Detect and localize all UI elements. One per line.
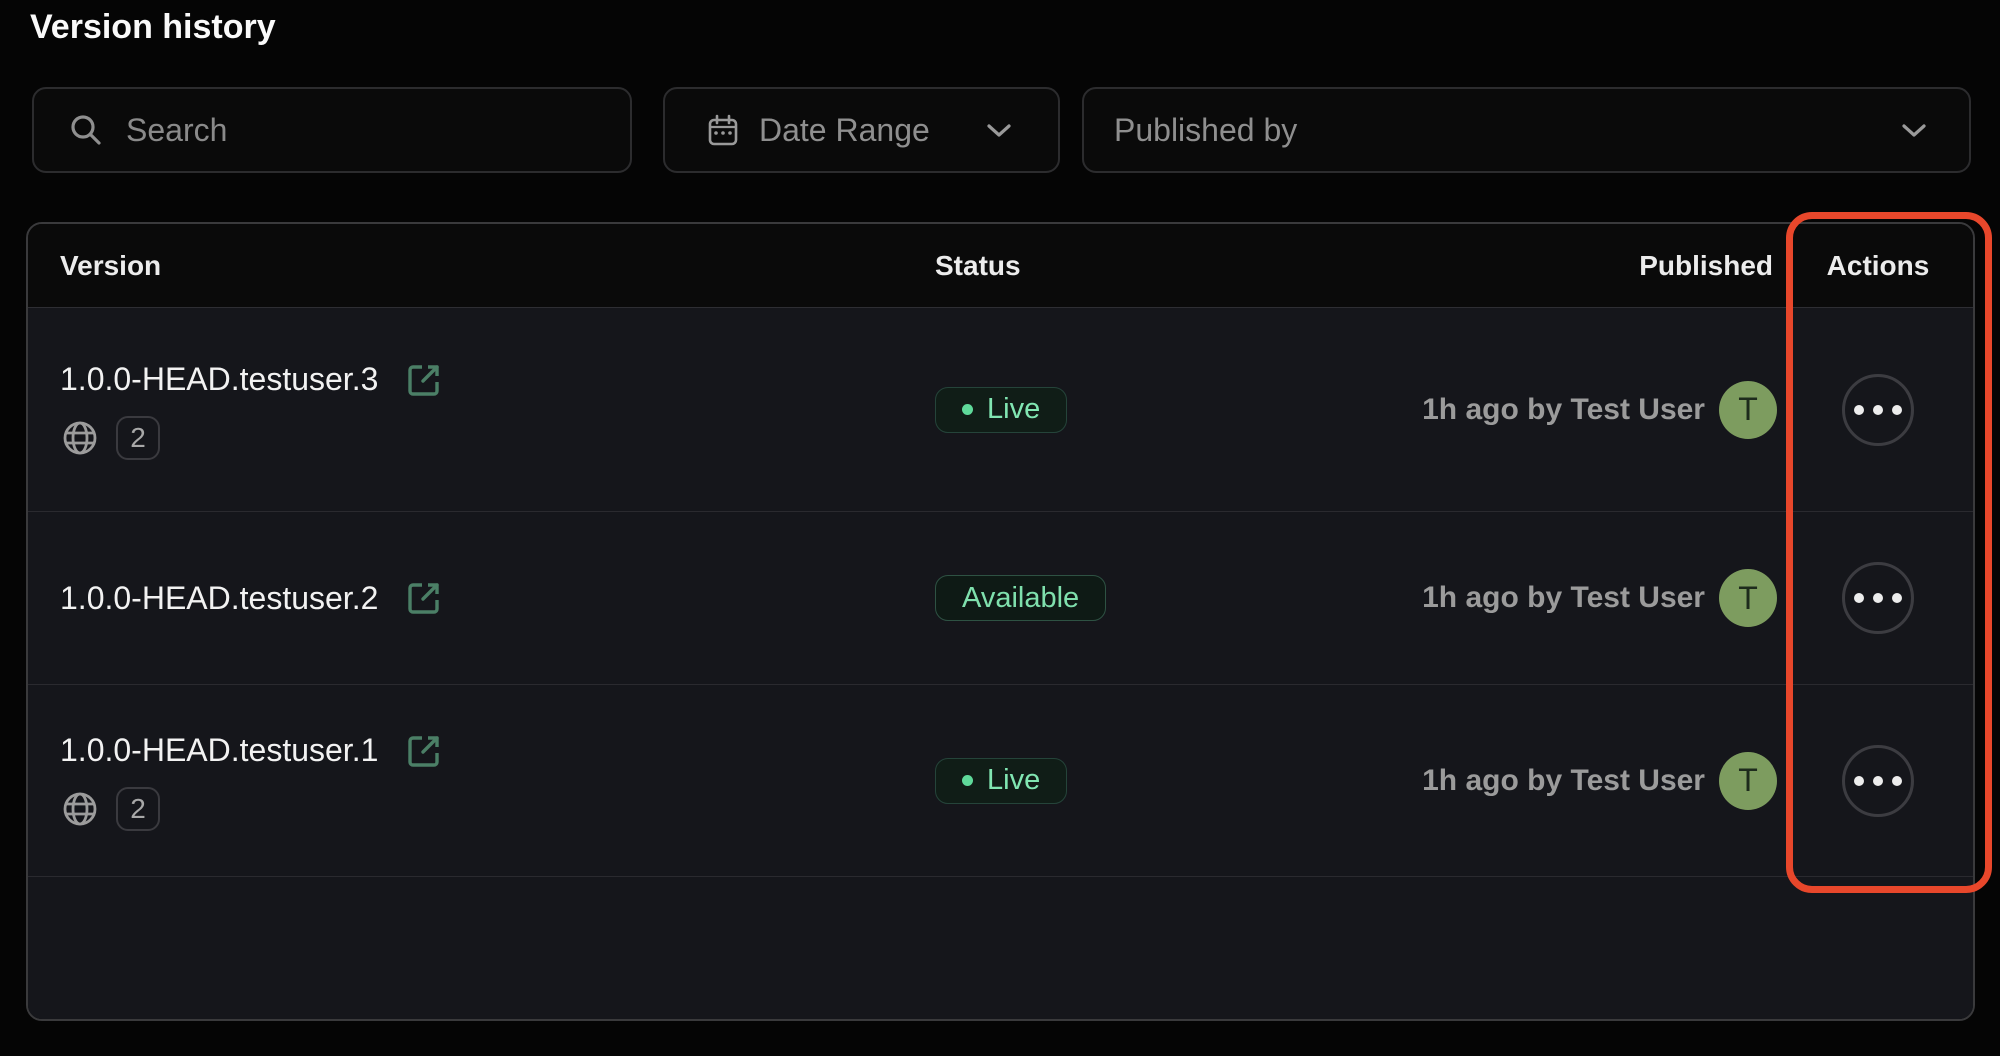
- external-link-icon[interactable]: [404, 360, 444, 400]
- status-cell: Live: [908, 758, 1398, 804]
- table-header-row: Version Status Published Actions: [28, 224, 1973, 308]
- status-badge: Live: [935, 758, 1067, 804]
- published-text: 1h ago by Test User: [1422, 764, 1705, 798]
- version-history-page: Version history Date Range Publis: [0, 0, 2000, 1056]
- actions-cell: [1783, 374, 1973, 446]
- version-history-table: Version Status Published Actions 1.0.0-H…: [26, 222, 1975, 1021]
- column-header-actions: Actions: [1783, 250, 1973, 282]
- live-dot-icon: [962, 404, 973, 415]
- status-cell: Available: [908, 575, 1398, 621]
- version-label: 1.0.0-HEAD.testuser.2: [60, 580, 378, 617]
- published-cell: 1h ago by Test User T: [1398, 569, 1783, 627]
- table-body: 1.0.0-HEAD.testuser.3: [28, 308, 1973, 1019]
- avatar: T: [1719, 752, 1777, 810]
- column-header-status: Status: [908, 250, 1398, 282]
- column-header-version: Version: [28, 250, 908, 282]
- actions-cell: [1783, 745, 1973, 817]
- row-actions-button[interactable]: [1842, 745, 1914, 817]
- version-cell: 1.0.0-HEAD.testuser.1: [28, 731, 908, 831]
- live-dot-icon: [962, 775, 973, 786]
- search-box[interactable]: [32, 87, 632, 173]
- avatar: T: [1719, 381, 1777, 439]
- calendar-icon: [705, 112, 741, 148]
- version-cell: 1.0.0-HEAD.testuser.3: [28, 360, 908, 460]
- chevron-down-icon: [986, 122, 1012, 138]
- page-title: Version history: [30, 8, 276, 47]
- date-range-label: Date Range: [759, 112, 930, 149]
- environment-count-badge[interactable]: 2: [116, 787, 160, 831]
- published-by-label: Published by: [1114, 112, 1297, 149]
- published-cell: 1h ago by Test User T: [1398, 381, 1783, 439]
- table-row: 1.0.0-HEAD.testuser.3: [28, 308, 1973, 512]
- globe-icon: [60, 789, 100, 829]
- table-row: 1.0.0-HEAD.testuser.1: [28, 685, 1973, 877]
- ellipsis-icon: [1854, 593, 1864, 603]
- avatar: T: [1719, 569, 1777, 627]
- date-range-filter[interactable]: Date Range: [663, 87, 1060, 173]
- table-row: 1.0.0-HEAD.testuser.2 Available: [28, 512, 1973, 685]
- ellipsis-icon: [1854, 776, 1864, 786]
- environment-count-badge[interactable]: 2: [116, 416, 160, 460]
- globe-icon: [60, 418, 100, 458]
- published-by-filter[interactable]: Published by: [1082, 87, 1971, 173]
- published-cell: 1h ago by Test User T: [1398, 752, 1783, 810]
- row-actions-button[interactable]: [1842, 562, 1914, 634]
- published-text: 1h ago by Test User: [1422, 393, 1705, 427]
- status-cell: Live: [908, 387, 1398, 433]
- published-text: 1h ago by Test User: [1422, 581, 1705, 615]
- version-label: 1.0.0-HEAD.testuser.1: [60, 732, 378, 769]
- ellipsis-icon: [1854, 405, 1864, 415]
- status-badge: Available: [935, 575, 1106, 621]
- status-badge: Live: [935, 387, 1067, 433]
- external-link-icon[interactable]: [404, 731, 444, 771]
- search-input[interactable]: [126, 112, 630, 149]
- chevron-down-icon: [1901, 122, 1927, 138]
- table-empty-area: [28, 877, 1973, 1021]
- search-icon: [68, 112, 104, 148]
- external-link-icon[interactable]: [404, 578, 444, 618]
- version-cell: 1.0.0-HEAD.testuser.2: [28, 578, 908, 618]
- version-label: 1.0.0-HEAD.testuser.3: [60, 361, 378, 398]
- column-header-published: Published: [1398, 250, 1783, 282]
- actions-cell: [1783, 562, 1973, 634]
- row-actions-button[interactable]: [1842, 374, 1914, 446]
